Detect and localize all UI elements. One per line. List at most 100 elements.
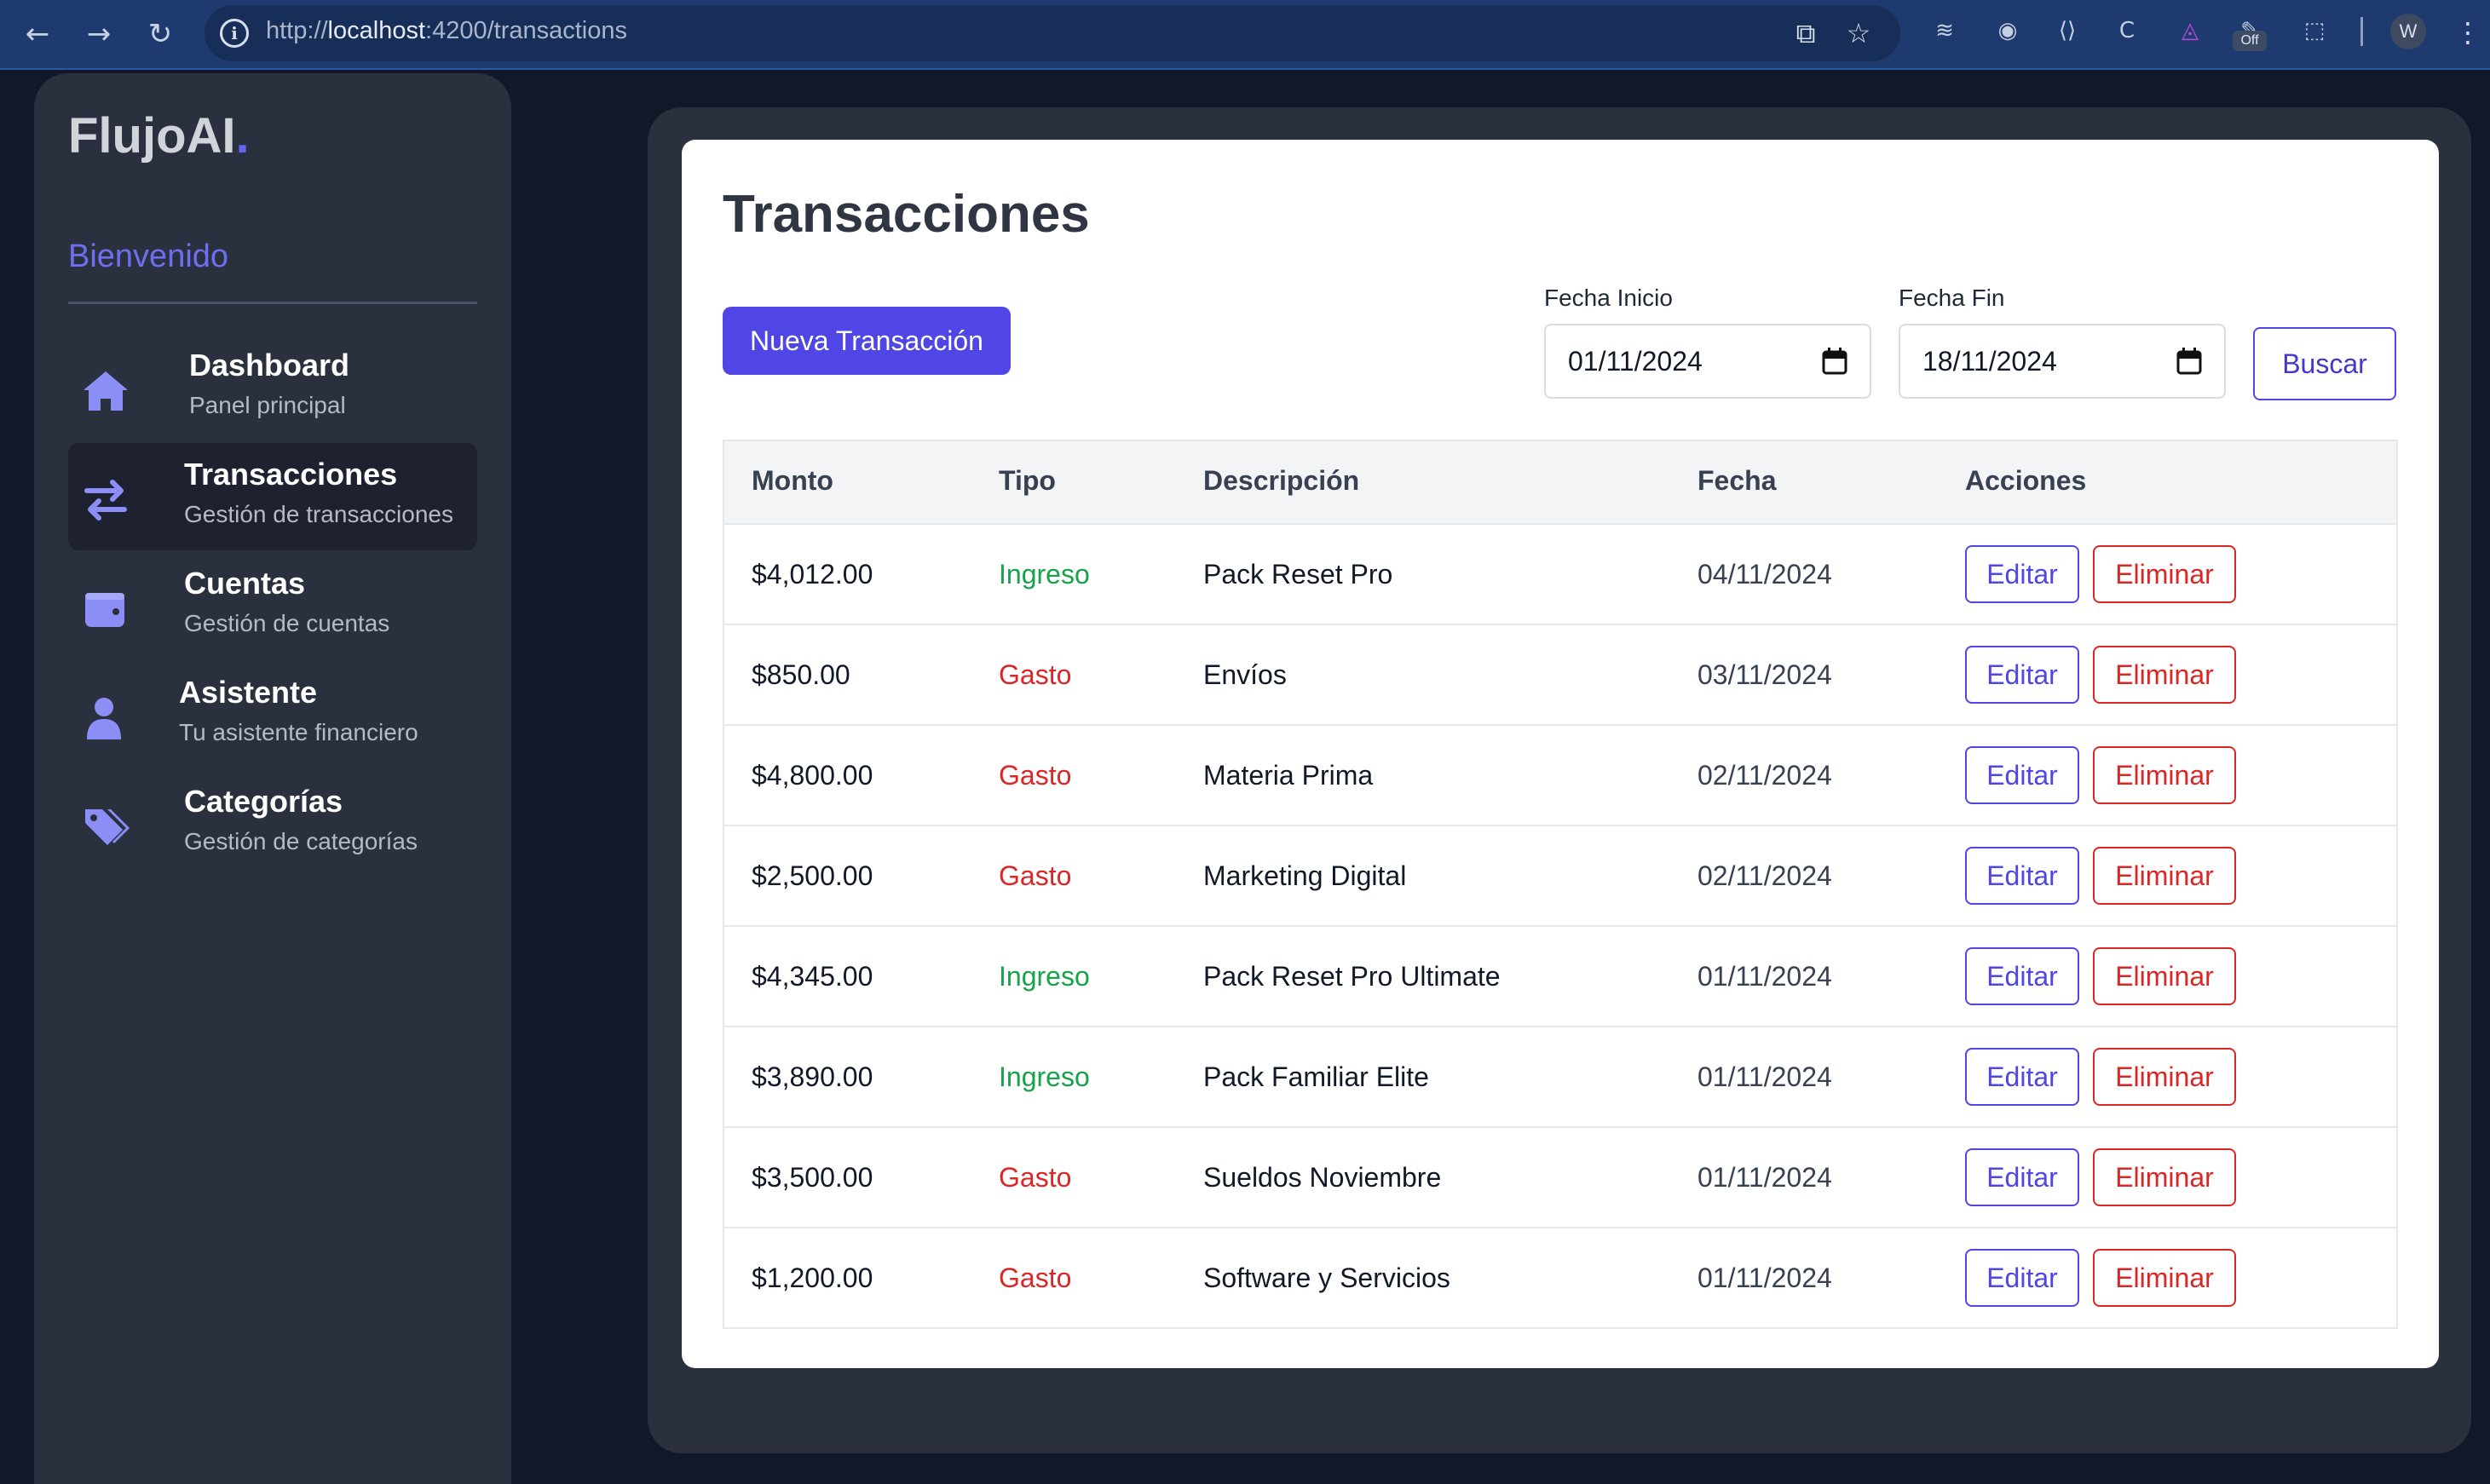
edit-button[interactable]: Editar (1965, 545, 2079, 603)
table-row: $4,345.00 Ingreso Pack Reset Pro Ultimat… (724, 925, 2396, 1026)
edit-button[interactable]: Editar (1965, 1249, 2079, 1307)
cell-tipo: Ingreso (999, 961, 1090, 992)
column-header-descripcion: Descripción (1203, 465, 1360, 496)
cell-tipo: Gasto (999, 760, 1072, 791)
start-date-input[interactable]: 01/11/2024 (1544, 324, 1871, 399)
table-header: Monto Tipo Descripción Fecha Acciones (724, 441, 2396, 523)
table-row: $1,200.00 Gasto Software y Servicios 01/… (724, 1227, 2396, 1327)
code-extension-icon[interactable]: ⟨⟩ (2050, 14, 2084, 48)
back-arrow-icon[interactable]: ← (15, 12, 60, 56)
sidebar-item-subtitle: Tu asistente financiero (179, 719, 418, 745)
start-date-label: Fecha Inicio (1544, 285, 1673, 311)
cell-monto: $1,200.00 (752, 1263, 873, 1293)
tags-icon (85, 809, 130, 845)
delete-button[interactable]: Eliminar (2093, 545, 2236, 603)
cell-fecha: 01/11/2024 (1697, 961, 1832, 992)
sidebar-item-cuentas[interactable]: Cuentas Gestión de cuentas (68, 552, 477, 659)
url-text[interactable]: http://localhost:4200/transactions (266, 17, 627, 45)
edit-button[interactable]: Editar (1965, 1148, 2079, 1206)
cell-monto: $4,800.00 (752, 760, 873, 791)
browser-toolbar: ← → ↻ i http://localhost:4200/transactio… (0, 0, 2490, 70)
table-body: $4,012.00 Ingreso Pack Reset Pro 04/11/2… (724, 523, 2396, 1327)
profile-avatar[interactable]: W (2390, 14, 2426, 49)
delete-button[interactable]: Eliminar (2093, 646, 2236, 704)
cell-tipo: Gasto (999, 1263, 1072, 1293)
calendar-icon[interactable] (1822, 348, 1847, 375)
cell-monto: $4,345.00 (752, 961, 873, 992)
table-row: $3,890.00 Ingreso Pack Familiar Elite 01… (724, 1026, 2396, 1126)
delete-button[interactable]: Eliminar (2093, 1249, 2236, 1307)
sidebar-item-asistente[interactable]: Asistente Tu asistente financiero (68, 661, 477, 768)
cell-descripcion: Sueldos Noviembre (1203, 1162, 1442, 1193)
delete-button[interactable]: Eliminar (2093, 1048, 2236, 1106)
extension-icon[interactable]: ≋ (1928, 14, 1962, 48)
reload-icon[interactable]: ↻ (138, 12, 182, 56)
sidebar-item-subtitle: Gestión de categorías (184, 828, 418, 854)
cell-descripcion: Materia Prima (1203, 760, 1374, 791)
sidebar-item-transacciones[interactable]: Transacciones Gestión de transacciones (68, 443, 477, 550)
puzzle-extensions-icon[interactable]: ⬚ (2297, 14, 2331, 48)
toolbar-divider (2360, 17, 2363, 46)
cell-monto: $4,012.00 (752, 559, 873, 590)
cell-descripcion: Envíos (1203, 659, 1287, 690)
translate-icon[interactable]: ⧉ (1788, 15, 1824, 51)
cell-tipo: Ingreso (999, 559, 1090, 590)
cell-tipo: Gasto (999, 860, 1072, 891)
sidebar-item-title: Dashboard (189, 348, 350, 383)
column-header-monto: Monto (752, 465, 833, 496)
sidebar-item-categorias[interactable]: Categorías Gestión de categorías (68, 770, 477, 877)
end-date-value: 18/11/2024 (1922, 346, 2057, 377)
sidebar: FlujoAI. Bienvenido Dashboard Panel prin… (34, 73, 511, 1484)
forward-arrow-icon[interactable]: → (77, 12, 121, 56)
welcome-text: Bienvenido (68, 239, 229, 274)
table-row: $3,500.00 Gasto Sueldos Noviembre 01/11/… (724, 1126, 2396, 1227)
edit-button[interactable]: Editar (1965, 847, 2079, 905)
table-row: $850.00 Gasto Envíos 03/11/2024 Editar E… (724, 624, 2396, 724)
end-date-input[interactable]: 18/11/2024 (1899, 324, 2226, 399)
sidebar-item-dashboard[interactable]: Dashboard Panel principal (68, 334, 477, 441)
address-bar[interactable]: i http://localhost:4200/transactions ⧉ ☆ (205, 5, 1900, 61)
cell-fecha: 01/11/2024 (1697, 1061, 1832, 1092)
site-info-icon[interactable]: i (220, 19, 249, 48)
delete-button[interactable]: Eliminar (2093, 847, 2236, 905)
sidebar-item-subtitle: Panel principal (189, 392, 346, 418)
table-row: $4,800.00 Gasto Materia Prima 02/11/2024… (724, 724, 2396, 825)
more-menu-icon[interactable]: ⋮ (2454, 12, 2481, 53)
cell-monto: $2,500.00 (752, 860, 873, 891)
calendar-icon[interactable] (2176, 348, 2202, 375)
cell-descripcion: Software y Servicios (1203, 1263, 1450, 1293)
delete-button[interactable]: Eliminar (2093, 746, 2236, 804)
extension-icon[interactable]: ◉ (1991, 14, 2025, 48)
home-icon (84, 371, 128, 411)
bookmark-star-icon[interactable]: ☆ (1841, 15, 1876, 51)
start-date-value: 01/11/2024 (1568, 346, 1703, 377)
extension-icon[interactable]: C (2110, 14, 2144, 48)
edit-button[interactable]: Editar (1965, 646, 2079, 704)
transactions-card: Transacciones Nueva Transacción Fecha In… (682, 140, 2439, 1368)
transactions-table: Monto Tipo Descripción Fecha Acciones $4… (723, 440, 2398, 1329)
sidebar-item-subtitle: Gestión de transacciones (184, 501, 453, 527)
edit-button[interactable]: Editar (1965, 1048, 2079, 1106)
extension-icon[interactable]: ◬ (2173, 14, 2207, 48)
new-transaction-button[interactable]: Nueva Transacción (723, 307, 1011, 375)
cell-descripcion: Marketing Digital (1203, 860, 1407, 891)
cell-tipo: Gasto (999, 659, 1072, 690)
cell-fecha: 01/11/2024 (1697, 1263, 1832, 1293)
cell-tipo: Gasto (999, 1162, 1072, 1193)
cell-fecha: 01/11/2024 (1697, 1162, 1832, 1193)
cell-monto: $3,500.00 (752, 1162, 873, 1193)
sidebar-divider (68, 302, 477, 304)
edit-button[interactable]: Editar (1965, 746, 2079, 804)
sidebar-item-title: Cuentas (184, 566, 306, 601)
search-button[interactable]: Buscar (2253, 327, 2396, 400)
swap-arrows-icon (84, 480, 127, 521)
app-logo[interactable]: FlujoAI. (68, 107, 250, 164)
table-row: $2,500.00 Gasto Marketing Digital 02/11/… (724, 825, 2396, 925)
cell-descripcion: Pack Reset Pro (1203, 559, 1393, 590)
cell-fecha: 04/11/2024 (1697, 559, 1832, 590)
edit-button[interactable]: Editar (1965, 947, 2079, 1005)
cell-fecha: 03/11/2024 (1697, 659, 1832, 690)
sidebar-item-title: Categorías (184, 784, 343, 819)
delete-button[interactable]: Eliminar (2093, 947, 2236, 1005)
delete-button[interactable]: Eliminar (2093, 1148, 2236, 1206)
